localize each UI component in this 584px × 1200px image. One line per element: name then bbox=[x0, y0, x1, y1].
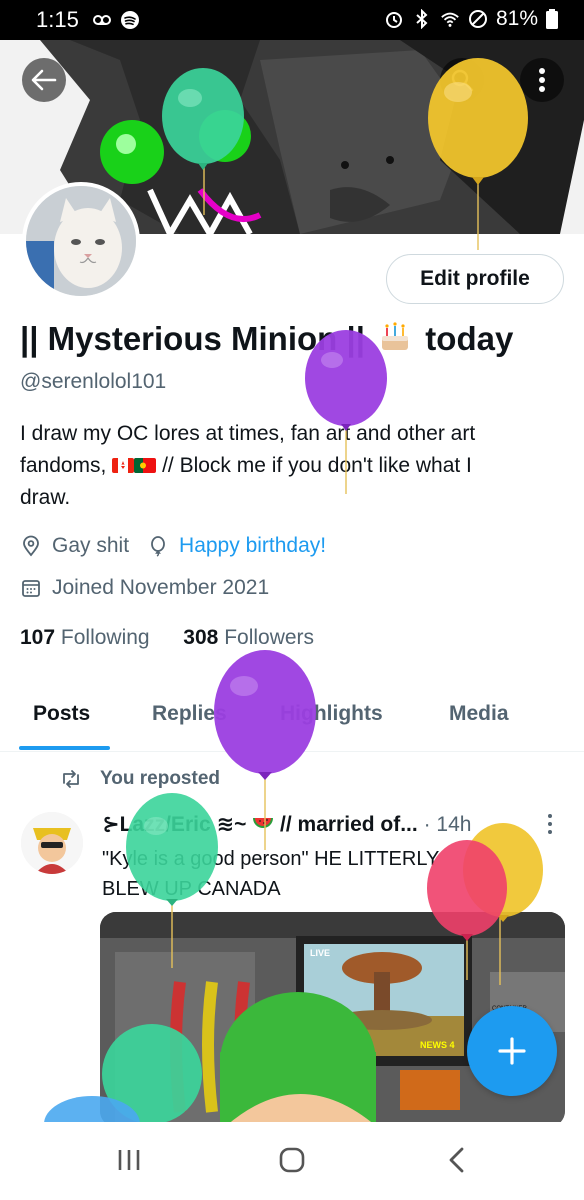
status-bar: 1:15 81% bbox=[0, 0, 584, 40]
followers-link[interactable]: 308 Followers bbox=[183, 626, 314, 649]
profile-tabs: Posts Replies Highlights Media bbox=[0, 696, 584, 752]
bio-line-2-start: fandoms, bbox=[20, 454, 107, 477]
bio-line-2: fandoms, // Block me if you don't like w… bbox=[20, 450, 568, 482]
battery-percent: 81% bbox=[495, 7, 538, 30]
recent-apps-icon[interactable] bbox=[116, 1148, 142, 1172]
profile-bio: I draw my OC lores at times, fan art and… bbox=[20, 418, 568, 514]
alarm-icon bbox=[385, 12, 402, 28]
bluetooth-icon bbox=[416, 9, 428, 29]
search-icon bbox=[451, 69, 474, 92]
tweet-author-name-rest: // married of... bbox=[280, 813, 418, 836]
tweet-text-line-2: BLEW UP CANADA bbox=[102, 878, 281, 900]
profile-handle: @serenlolol101 bbox=[20, 370, 167, 393]
active-tab-indicator bbox=[19, 746, 110, 750]
tab-replies[interactable]: Replies bbox=[152, 702, 227, 726]
media-tv-label-bottom: NEWS 4 bbox=[420, 1040, 455, 1050]
edit-profile-button[interactable]: Edit profile bbox=[386, 254, 564, 304]
portugal-flag-icon bbox=[134, 458, 157, 473]
repost-label: You reposted bbox=[100, 768, 220, 789]
arrow-left-icon bbox=[31, 69, 57, 91]
avatar-cat-image bbox=[26, 186, 136, 296]
status-left-icons bbox=[92, 10, 140, 30]
home-icon[interactable] bbox=[278, 1146, 306, 1174]
tweet-text-line-1: "Kyle is a good person" HE LITTERLY bbox=[102, 848, 440, 870]
search-button[interactable] bbox=[440, 58, 484, 102]
followers-count: 308 bbox=[183, 626, 219, 649]
tweet-author-avatar[interactable] bbox=[21, 812, 83, 874]
repost-icon bbox=[63, 770, 79, 788]
status-right: 81% bbox=[384, 7, 558, 31]
tab-posts[interactable]: Posts bbox=[33, 702, 90, 726]
tweet-time: · 14h bbox=[423, 813, 472, 836]
bio-line-1: I draw my OC lores at times, fan art and… bbox=[20, 422, 476, 445]
profile-location: Gay shit bbox=[52, 534, 130, 557]
tweet-avatar-image bbox=[21, 812, 83, 874]
calendar-icon bbox=[22, 580, 40, 597]
voicemail-icon bbox=[93, 15, 111, 25]
canada-flag-icon bbox=[112, 458, 135, 473]
plus-icon bbox=[498, 1037, 526, 1065]
tweet-text: "Kyle is a good person" HE LITTERLY BLEW… bbox=[102, 844, 542, 904]
profile-avatar[interactable] bbox=[22, 182, 140, 300]
balloon-icon bbox=[151, 536, 165, 557]
tweet-header: ⊱Lazz/Eric ≋~ // married of... · 14h bbox=[102, 812, 522, 837]
birthday-cake-icon bbox=[382, 322, 409, 350]
more-vertical-icon bbox=[539, 68, 545, 92]
tab-highlights[interactable]: Highlights bbox=[280, 702, 383, 726]
profile-joined-row: Joined November 2021 bbox=[20, 576, 269, 600]
profile-joined: Joined November 2021 bbox=[52, 576, 270, 599]
profile-name: || Mysterious Minion || today bbox=[20, 320, 513, 358]
spotify-icon bbox=[121, 11, 139, 29]
status-time: 1:15 bbox=[36, 7, 79, 32]
location-pin-icon bbox=[23, 535, 39, 557]
repost-indicator: You reposted bbox=[60, 768, 220, 790]
followers-label: Followers bbox=[224, 626, 315, 649]
watermelon-icon bbox=[253, 818, 274, 828]
do-not-disturb-icon bbox=[468, 10, 487, 28]
bio-line-2-end: // Block me if you don't like what I bbox=[162, 454, 472, 477]
more-options-button[interactable] bbox=[520, 58, 564, 102]
following-count: 107 bbox=[20, 626, 56, 649]
profile-name-suffix: today bbox=[425, 320, 514, 357]
tweet-author-name[interactable]: ⊱Lazz/Eric bbox=[102, 813, 211, 836]
tweet-more-icon[interactable] bbox=[540, 812, 560, 836]
profile-meta-row: Gay shit Happy birthday! bbox=[20, 534, 326, 558]
back-nav-icon[interactable] bbox=[446, 1146, 466, 1174]
following-label: Following bbox=[60, 626, 150, 649]
compose-post-button[interactable] bbox=[467, 1006, 557, 1096]
system-navigation-bar bbox=[0, 1122, 584, 1200]
media-tv-label-top: LIVE bbox=[310, 948, 330, 958]
bio-line-3: draw. bbox=[20, 486, 71, 509]
wave-icon: ≋~ bbox=[216, 813, 247, 836]
battery-icon bbox=[546, 9, 558, 29]
back-button[interactable] bbox=[22, 58, 66, 102]
following-link[interactable]: 107 Following bbox=[20, 626, 150, 649]
follow-stats: 107 Following 308 Followers bbox=[20, 626, 314, 650]
birthday-link[interactable]: Happy birthday! bbox=[179, 534, 326, 558]
wifi-icon bbox=[441, 12, 459, 27]
tab-media[interactable]: Media bbox=[449, 702, 509, 726]
profile-name-text: || Mysterious Minion || bbox=[20, 320, 365, 357]
